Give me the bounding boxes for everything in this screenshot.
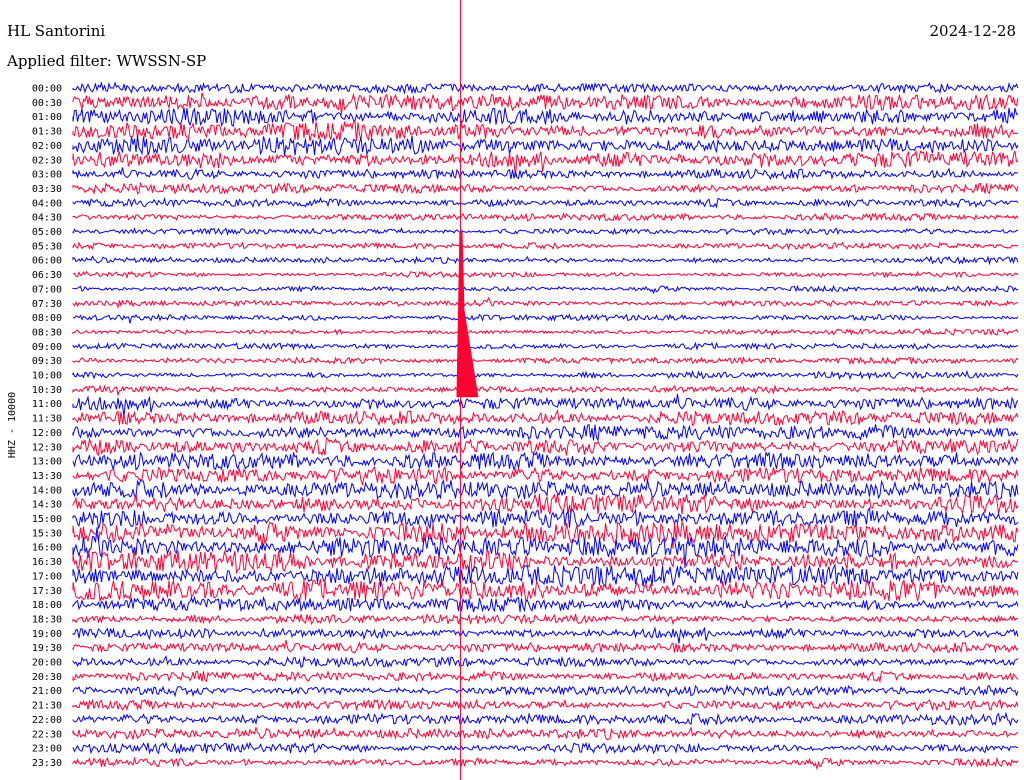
trace-2300 xyxy=(72,741,1019,755)
time-tick: 17:30 xyxy=(32,586,62,597)
trace-1000 xyxy=(72,369,1019,381)
time-tick: 06:00 xyxy=(32,256,62,267)
trace-0300 xyxy=(72,167,1019,181)
time-tick: 05:30 xyxy=(32,241,62,252)
trace-1030 xyxy=(72,384,1019,397)
time-tick: 20:00 xyxy=(32,658,62,669)
trace-0830 xyxy=(72,328,1019,337)
time-tick: 15:00 xyxy=(32,514,62,525)
trace-1630 xyxy=(72,549,1019,575)
trace-0530 xyxy=(72,241,1019,251)
time-tick: 21:00 xyxy=(32,686,62,697)
time-tick: 04:30 xyxy=(32,213,62,224)
time-tick: 15:30 xyxy=(32,528,62,539)
trace-2130 xyxy=(72,698,1019,712)
trace-0100 xyxy=(72,107,1018,127)
time-tick: 10:00 xyxy=(32,371,62,382)
time-tick: 09:30 xyxy=(32,356,62,367)
trace-1230 xyxy=(72,436,1019,457)
trace-1930 xyxy=(72,640,1019,654)
time-tick: 14:30 xyxy=(32,500,62,511)
trace-2000 xyxy=(72,655,1019,669)
time-tick: 07:00 xyxy=(32,284,62,295)
time-tick: 12:30 xyxy=(32,442,62,453)
time-tick: 11:30 xyxy=(32,414,62,425)
trace-1800 xyxy=(72,595,1019,613)
station-title: HL Santorini xyxy=(7,22,105,40)
time-tick: 23:00 xyxy=(32,744,62,755)
time-tick: 01:00 xyxy=(32,112,62,123)
trace-1330 xyxy=(72,465,1019,487)
time-tick: 00:00 xyxy=(32,84,62,95)
trace-0400 xyxy=(72,196,1019,209)
trace-0930 xyxy=(72,356,1019,366)
time-tick: 16:30 xyxy=(32,557,62,568)
time-tick: 10:30 xyxy=(32,385,62,396)
trace-0330 xyxy=(72,181,1019,195)
time-tick: 03:00 xyxy=(32,170,62,181)
trace-1430 xyxy=(72,492,1019,515)
time-tick: 17:00 xyxy=(32,571,62,582)
trace-1500 xyxy=(72,506,1019,530)
date-label: 2024-12-28 xyxy=(930,22,1016,40)
trace-0000 xyxy=(72,81,1019,95)
trace-1900 xyxy=(72,626,1019,644)
filter-label: Applied filter: WWSSN-SP xyxy=(6,52,206,70)
time-tick: 02:30 xyxy=(32,155,62,166)
event-signal xyxy=(456,231,479,398)
trace-0230 xyxy=(72,149,1019,177)
time-tick: 12:00 xyxy=(32,428,62,439)
time-tick: 11:00 xyxy=(32,399,62,410)
trace-1830 xyxy=(72,613,1019,626)
trace-0800 xyxy=(72,313,1019,324)
time-tick: 05:00 xyxy=(32,227,62,238)
trace-0500 xyxy=(72,227,1019,237)
time-tick: 08:00 xyxy=(32,313,62,324)
trace-1730 xyxy=(72,578,1019,604)
time-tick: 22:00 xyxy=(32,715,62,726)
helicorder-chart: HL Santorini 2024-12-28 Applied filter: … xyxy=(6,0,1019,780)
time-tick: 03:30 xyxy=(32,184,62,195)
trace-2030 xyxy=(72,669,1019,684)
trace-0730 xyxy=(72,296,1019,310)
trace-group xyxy=(72,81,1019,771)
trace-1130 xyxy=(72,408,1019,427)
time-tick: 01:30 xyxy=(32,127,62,138)
time-tick: 22:30 xyxy=(32,729,62,740)
time-tick: 13:00 xyxy=(32,457,62,468)
trace-2330 xyxy=(72,756,1019,771)
trace-2100 xyxy=(72,683,1019,698)
trace-0430 xyxy=(72,212,1019,222)
time-tick: 00:30 xyxy=(32,98,62,109)
time-tick: 08:30 xyxy=(32,327,62,338)
time-tick: 07:30 xyxy=(32,299,62,310)
y-axis-label: HHZ - 10000 xyxy=(7,392,18,458)
time-tick: 06:30 xyxy=(32,270,62,281)
time-tick: 04:00 xyxy=(32,198,62,209)
time-tick: 20:30 xyxy=(32,672,62,683)
time-tick: 23:30 xyxy=(32,758,62,769)
time-tick-group: 00:00 00:30 01:00 01:30 02:00 02:30 03:00 03:30… xyxy=(32,84,62,769)
trace-0630 xyxy=(72,270,1019,280)
time-tick: 19:00 xyxy=(32,629,62,640)
trace-0700 xyxy=(72,284,1019,295)
time-tick: 16:00 xyxy=(32,543,62,554)
trace-1200 xyxy=(72,423,1019,442)
time-tick: 18:30 xyxy=(32,614,62,625)
time-tick: 09:00 xyxy=(32,342,62,353)
time-tick: 21:30 xyxy=(32,701,62,712)
trace-0900 xyxy=(72,341,1019,351)
trace-0600 xyxy=(72,255,1019,266)
time-tick: 13:30 xyxy=(32,471,62,482)
trace-2230 xyxy=(72,725,1019,741)
time-tick: 02:00 xyxy=(32,141,62,152)
trace-1100 xyxy=(72,393,1019,417)
trace-2200 xyxy=(72,711,1019,727)
time-tick: 14:00 xyxy=(32,485,62,496)
time-tick: 18:00 xyxy=(32,600,62,611)
trace-1300 xyxy=(72,450,1019,472)
trace-0200 xyxy=(72,135,1019,156)
trace-1400 xyxy=(72,479,1019,500)
time-tick: 19:30 xyxy=(32,643,62,654)
